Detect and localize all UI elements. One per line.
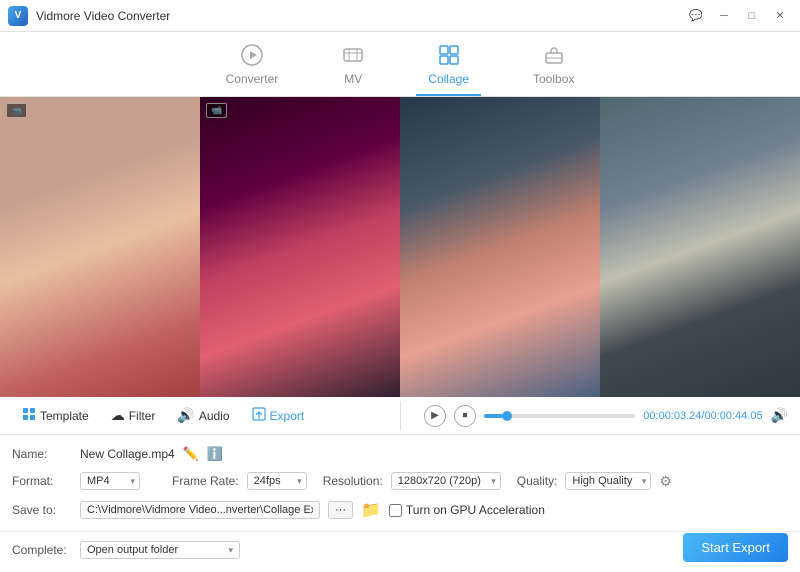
toolbox-icon — [543, 44, 565, 70]
browse-button[interactable]: ··· — [328, 501, 353, 519]
tab-collage[interactable]: Collage — [416, 40, 481, 96]
video-thumb-4 — [600, 97, 800, 397]
tab-toolbox[interactable]: Toolbox — [521, 40, 586, 96]
template-label: Template — [40, 409, 89, 423]
framerate-label: Frame Rate: — [172, 474, 239, 488]
edit-icon[interactable]: ✏️ — [183, 446, 199, 462]
export-button[interactable]: Export — [242, 403, 315, 428]
resolution-label: Resolution: — [323, 474, 383, 488]
format-label: Format: — [12, 474, 72, 488]
audio-button[interactable]: 🔊 Audio — [167, 403, 239, 428]
start-export-button[interactable]: Start Export — [683, 533, 788, 562]
export-icon — [252, 407, 266, 424]
resolution-select[interactable]: 1280x720 (720p) — [391, 472, 501, 490]
app-logo: V — [8, 6, 28, 26]
save-path-input[interactable] — [80, 501, 320, 519]
quality-label: Quality: — [517, 474, 558, 488]
chat-button[interactable]: 💬 — [684, 6, 708, 26]
complete-label: Complete: — [12, 543, 72, 557]
toolbar-left: Template ☁ Filter 🔊 Audio Export — [12, 403, 412, 428]
quality-value: High Quality — [572, 475, 632, 487]
framerate-value: 24fps — [254, 475, 281, 487]
toolbar-divider — [400, 401, 401, 430]
progress-handle[interactable] — [502, 411, 512, 421]
format-value: MP4 — [87, 475, 110, 487]
name-value: New Collage.mp4 — [80, 447, 175, 461]
gpu-checkbox[interactable] — [389, 504, 402, 517]
name-row: Name: New Collage.mp4 ✏️ ℹ️ — [12, 441, 788, 467]
player-controls: ▶ ⏹ 00:00:03.24/00:00:44.05 🔊 — [416, 405, 788, 427]
name-label: Name: — [12, 447, 72, 461]
complete-row-container: Complete: Open output folder Start Expor… — [0, 531, 800, 572]
folder-icon[interactable]: 📁 — [361, 500, 381, 520]
nav-tabs: Converter MV Collage — [0, 32, 800, 97]
app-title: Vidmore Video Converter — [36, 9, 684, 23]
format-row: Format: MP4 Frame Rate: 24fps Resolution… — [12, 467, 788, 495]
quality-settings-icon[interactable]: ⚙ — [659, 473, 672, 490]
converter-icon — [241, 44, 263, 70]
play-button[interactable]: ▶ — [424, 405, 446, 427]
video-thumb-3 — [400, 97, 600, 397]
save-row: Save to: ··· 📁 Turn on GPU Acceleration — [12, 495, 788, 525]
resolution-value: 1280x720 (720p) — [398, 475, 481, 487]
audio-label: Audio — [199, 409, 230, 423]
template-icon — [22, 407, 36, 424]
main-content: 📹 📹 — [0, 97, 800, 397]
mv-icon — [342, 44, 364, 70]
right-video-panel — [400, 97, 800, 397]
video-thumb-1: 📹 — [0, 97, 200, 397]
stop-button[interactable]: ⏹ — [454, 405, 476, 427]
complete-row: Complete: Open output folder — [12, 536, 788, 564]
save-label: Save to: — [12, 503, 72, 517]
quality-select[interactable]: High Quality — [565, 472, 651, 490]
export-label: Export — [270, 409, 305, 423]
gpu-checkbox-label[interactable]: Turn on GPU Acceleration — [389, 503, 545, 517]
video-indicator-2: 📹 — [206, 103, 227, 118]
title-bar: V Vidmore Video Converter 💬 ─ □ ✕ — [0, 0, 800, 32]
format-select[interactable]: MP4 — [80, 472, 140, 490]
complete-select[interactable]: Open output folder — [80, 541, 240, 559]
left-video-panel: 📹 📹 — [0, 97, 400, 397]
tab-mv-label: MV — [344, 72, 362, 86]
maximize-button[interactable]: □ — [740, 6, 764, 26]
progress-bar[interactable] — [484, 414, 635, 418]
tab-collage-label: Collage — [428, 72, 469, 86]
filter-icon: ☁ — [111, 407, 125, 424]
complete-value: Open output folder — [87, 544, 178, 556]
time-display: 00:00:03.24/00:00:44.05 — [643, 410, 762, 422]
tab-toolbox-label: Toolbox — [533, 72, 574, 86]
tab-converter[interactable]: Converter — [214, 40, 291, 96]
settings-panel: Name: New Collage.mp4 ✏️ ℹ️ Format: MP4 … — [0, 435, 800, 531]
volume-icon[interactable]: 🔊 — [771, 407, 788, 424]
filter-label: Filter — [129, 409, 156, 423]
tab-converter-label: Converter — [226, 72, 279, 86]
toolbar-strip: Template ☁ Filter 🔊 Audio Export ▶ ⏹ — [0, 397, 800, 435]
template-button[interactable]: Template — [12, 403, 99, 428]
audio-icon: 🔊 — [177, 407, 194, 424]
collage-icon — [438, 44, 460, 70]
video-thumb-2: 📹 — [200, 97, 400, 397]
filter-button[interactable]: ☁ Filter — [101, 403, 166, 428]
video-indicator-1: 📹 — [6, 103, 27, 118]
info-icon[interactable]: ℹ️ — [207, 446, 223, 462]
close-button[interactable]: ✕ — [768, 6, 792, 26]
framerate-select[interactable]: 24fps — [247, 472, 307, 490]
format-group: MP4 — [80, 472, 140, 490]
window-controls: 💬 ─ □ ✕ — [684, 6, 792, 26]
minimize-button[interactable]: ─ — [712, 6, 736, 26]
tab-mv[interactable]: MV — [330, 40, 376, 96]
gpu-label: Turn on GPU Acceleration — [406, 503, 545, 517]
